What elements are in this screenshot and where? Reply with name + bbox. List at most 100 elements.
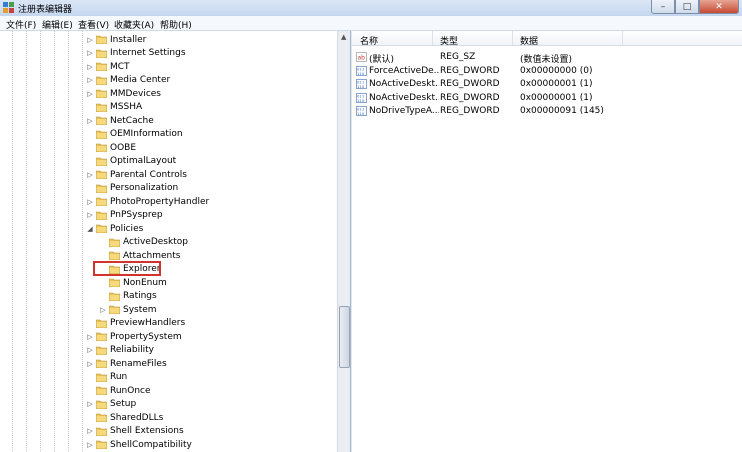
tree-node-label: PreviewHandlers <box>110 318 186 328</box>
expand-arrow-icon[interactable]: ▷ <box>86 211 94 219</box>
expand-arrow-icon[interactable]: ▷ <box>99 306 107 314</box>
tree-node-activedesktop[interactable]: ActiveDesktop <box>99 236 188 249</box>
tree-node-mmdevices[interactable]: ▷ MMDevices <box>86 87 161 100</box>
no-expander <box>86 319 94 327</box>
maximize-button[interactable]: □ <box>675 0 699 14</box>
tree-node-label: PhotoPropertyHandler <box>110 196 210 207</box>
tree-node-personalization[interactable]: Personalization <box>86 182 178 195</box>
registry-value-row[interactable]: 011 110 NoActiveDeskt... REG_DWORD 0x0000000… <box>352 92 742 105</box>
folder-icon <box>95 400 108 409</box>
tree-node-setup[interactable]: ▷ Setup <box>86 398 136 411</box>
menu-favorites[interactable]: 收藏夹(A) <box>114 18 154 31</box>
tree-node-policies[interactable]: ◢ Policies <box>86 222 143 235</box>
list-header: 名称 类型 数据 <box>352 31 742 47</box>
tree-guide-lines <box>12 31 83 452</box>
folder-icon <box>95 184 108 193</box>
value-type: REG_DWORD <box>440 65 500 76</box>
tree-node-label: OEMInformation <box>110 129 183 139</box>
dword-value-icon: 011 110 <box>356 79 367 89</box>
value-name: NoActiveDeskt... <box>369 92 439 103</box>
regedit-window: 注册表编辑器 – □ ✕ 文件(F) 编辑(E) 查看(V) 收藏夹(A) 帮助… <box>0 0 742 452</box>
minimize-button[interactable]: – <box>651 0 675 14</box>
tree-node-pnpsysprep[interactable]: ▷ PnPSysprep <box>86 209 162 222</box>
column-separator[interactable] <box>622 31 623 45</box>
registry-value-row[interactable]: 011 110 NoActiveDeskt... REG_DWORD 0x0000000… <box>352 78 742 91</box>
column-separator[interactable] <box>432 31 433 45</box>
column-header-type[interactable]: 类型 <box>440 34 458 47</box>
folder-icon <box>95 359 108 369</box>
value-type: REG_DWORD <box>440 92 500 103</box>
tree-node-shellcompatibility[interactable]: ▷ ShellCompatibility <box>86 438 192 451</box>
folder-icon <box>95 76 108 85</box>
tree-node-runonce[interactable]: RunOnce <box>86 384 151 397</box>
tree-node-label: MSSHA <box>110 102 143 112</box>
tree-node-run[interactable]: Run <box>86 371 127 384</box>
registry-value-row[interactable]: ab (默认) REG_SZ (数值未设置) <box>352 51 742 65</box>
tree-node-photopropertyhandler[interactable]: ▷ PhotoPropertyHandler <box>86 195 209 208</box>
tree-node-netcache[interactable]: ▷ NetCache <box>86 114 154 127</box>
tree-node-oobe[interactable]: OOBE <box>86 141 136 154</box>
expand-arrow-icon[interactable]: ▷ <box>86 360 94 368</box>
tree-node-renamefiles[interactable]: ▷ RenameFiles <box>86 357 166 370</box>
expand-arrow-icon[interactable]: ▷ <box>86 333 94 341</box>
column-header-name[interactable]: 名称 <box>360 34 378 47</box>
expand-arrow-icon[interactable]: ▷ <box>86 63 94 71</box>
tree-node-label: MMDevices <box>110 88 161 99</box>
tree-node-reliability[interactable]: ▷ Reliability <box>86 344 154 357</box>
expand-arrow-icon[interactable]: ▷ <box>86 49 94 57</box>
tree-vertical-scrollbar[interactable]: ▲ <box>337 31 350 452</box>
no-expander <box>86 103 94 111</box>
registry-tree-pane[interactable]: ▷ Installer ▷ Internet Settings ▷ MCT ▷ Media C… <box>0 31 351 452</box>
tree-node-mssha[interactable]: MSSHA <box>86 101 142 114</box>
tree-node-optimallayout[interactable]: OptimalLayout <box>86 155 176 168</box>
menu-view[interactable]: 查看(V) <box>78 18 109 31</box>
tree-node-nonenum[interactable]: NonEnum <box>99 276 167 289</box>
tree-node-shareddlls[interactable]: SharedDLLs <box>86 411 163 424</box>
folder-icon <box>95 143 108 153</box>
tree-node-shell-extensions[interactable]: ▷ Shell Extensions <box>86 425 183 438</box>
menu-file[interactable]: 文件(F) <box>6 18 36 31</box>
tree-node-propertysystem[interactable]: ▷ PropertySystem <box>86 330 181 343</box>
expand-arrow-icon[interactable]: ▷ <box>86 346 94 354</box>
tree-node-oeminformation[interactable]: OEMInformation <box>86 128 183 141</box>
column-separator[interactable] <box>512 31 513 45</box>
scrollbar-thumb[interactable] <box>339 306 350 368</box>
column-header-data[interactable]: 数据 <box>520 34 538 47</box>
tree-node-ratings[interactable]: Ratings <box>99 290 157 303</box>
menu-edit[interactable]: 编辑(E) <box>42 18 73 31</box>
expand-arrow-icon[interactable]: ◢ <box>86 225 94 233</box>
tree-node-label: ShellCompatibility <box>110 439 192 450</box>
registry-value-row[interactable]: 011 110 NoDriveTypeA... REG_DWORD 0x00000091… <box>352 105 742 118</box>
expand-arrow-icon[interactable]: ▷ <box>86 198 94 206</box>
expand-arrow-icon[interactable]: ▷ <box>86 400 94 408</box>
values-list-pane[interactable]: 名称 类型 数据 ab (默认) REG_SZ (数值未设置) 011 110 ForceA… <box>352 31 742 452</box>
expand-arrow-icon[interactable]: ▷ <box>86 117 94 125</box>
tree-node-internet-settings[interactable]: ▷ Internet Settings <box>86 47 185 60</box>
expand-arrow-icon[interactable]: ▷ <box>86 76 94 84</box>
tree-node-previewhandlers[interactable]: PreviewHandlers <box>86 317 185 330</box>
folder-icon <box>95 197 108 207</box>
expand-arrow-icon[interactable]: ▷ <box>86 427 94 435</box>
tree-node-media-center[interactable]: ▷ Media Center <box>86 74 170 87</box>
scroll-up-icon[interactable]: ▲ <box>341 33 346 41</box>
no-expander <box>99 292 107 300</box>
regedit-app-icon <box>3 2 14 13</box>
tree-node-system[interactable]: ▷ System <box>99 303 156 316</box>
no-expander <box>99 238 107 246</box>
value-data: 0x00000001 (1) <box>520 92 593 103</box>
no-expander <box>86 184 94 192</box>
close-button[interactable]: ✕ <box>699 0 739 14</box>
menu-help[interactable]: 帮助(H) <box>160 18 192 31</box>
expand-arrow-icon[interactable]: ▷ <box>86 441 94 449</box>
no-expander <box>99 252 107 260</box>
expand-arrow-icon[interactable]: ▷ <box>86 36 94 44</box>
tree-node-mct[interactable]: ▷ MCT <box>86 60 129 73</box>
title-bar[interactable]: 注册表编辑器 – □ ✕ <box>0 0 742 16</box>
tree-node-parental-controls[interactable]: ▷ Parental Controls <box>86 168 187 181</box>
registry-value-row[interactable]: 011 110 ForceActiveDe... REG_DWORD 0x0000000… <box>352 65 742 78</box>
tree-node-installer[interactable]: ▷ Installer <box>86 33 146 46</box>
folder-icon <box>95 332 108 342</box>
expand-arrow-icon[interactable]: ▷ <box>86 171 94 179</box>
expand-arrow-icon[interactable]: ▷ <box>86 90 94 98</box>
caption-buttons: – □ ✕ <box>651 0 739 14</box>
